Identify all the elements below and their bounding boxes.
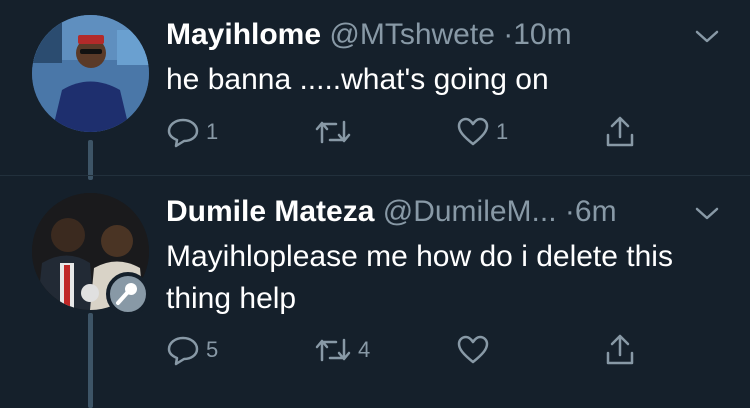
like-button[interactable]: 1 — [456, 112, 508, 152]
username[interactable]: @DumileM... — [383, 195, 557, 228]
reply-icon — [166, 116, 200, 148]
retweet-button[interactable] — [314, 112, 358, 152]
avatar[interactable] — [32, 15, 149, 132]
chevron-down-icon[interactable] — [694, 27, 720, 47]
like-button[interactable] — [456, 330, 496, 370]
share-icon — [604, 333, 636, 367]
thread-line — [88, 140, 93, 180]
tweet-header: Dumile Mateza @DumileM... ·6m — [166, 195, 617, 229]
tweet[interactable]: Mayihlome @MTshwete ·10m he banna .....w… — [0, 0, 750, 180]
reply-count: 5 — [206, 337, 219, 362]
tweet-actions: 1 1 — [166, 112, 646, 152]
chevron-down-icon[interactable] — [694, 204, 720, 224]
tweet-text: he banna .....what's going on — [166, 63, 549, 96]
reply-count: 1 — [206, 119, 219, 144]
reply-button[interactable]: 1 — [166, 112, 218, 152]
display-name[interactable]: Mayihlome — [166, 18, 321, 51]
tweet-header: Mayihlome @MTshwete ·10m — [166, 18, 572, 52]
heart-icon — [456, 116, 490, 148]
share-icon — [604, 115, 636, 149]
retweet-count: 4 — [358, 337, 371, 362]
microphone-icon — [106, 272, 150, 316]
separator-dot: · — [564, 195, 575, 228]
timestamp[interactable]: 10m — [513, 18, 571, 51]
timestamp[interactable]: 6m — [575, 195, 617, 228]
tweet-actions: 5 4 — [166, 330, 646, 370]
retweet-button[interactable]: 4 — [314, 330, 370, 370]
heart-icon — [456, 334, 490, 366]
thread-line — [88, 313, 93, 408]
like-count: 1 — [496, 119, 509, 144]
tweet[interactable]: Dumile Mateza @DumileM... ·6m Mayihlople… — [0, 175, 750, 408]
share-button[interactable] — [604, 330, 636, 370]
reply-icon — [166, 334, 200, 366]
retweet-icon — [314, 116, 352, 148]
tweet-text: Mayihloplease me how do i delete this th… — [166, 240, 673, 315]
reply-button[interactable]: 5 — [166, 330, 218, 370]
separator-dot: · — [503, 18, 514, 51]
retweet-icon — [314, 334, 352, 366]
display-name[interactable]: Dumile Mateza — [166, 195, 374, 228]
share-button[interactable] — [604, 112, 636, 152]
username[interactable]: @MTshwete — [329, 18, 495, 51]
